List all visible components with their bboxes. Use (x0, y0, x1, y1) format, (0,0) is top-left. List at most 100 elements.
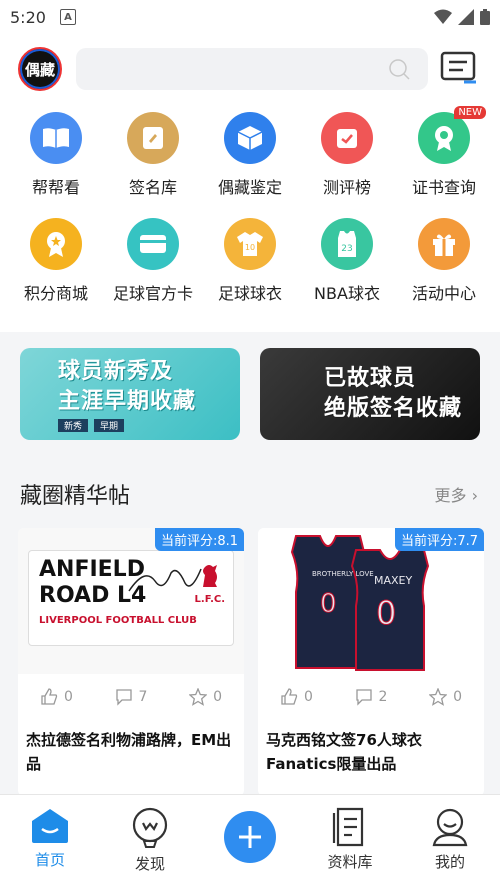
status-time: 5:20 (10, 7, 46, 27)
grid-label: 偶藏鉴定 (217, 178, 282, 197)
nba-jersey-icon: 23 (321, 218, 373, 270)
tab-library[interactable]: 资料库 (305, 807, 395, 872)
fav-stat[interactable]: 0 (189, 688, 222, 706)
check-calendar-icon (321, 112, 373, 164)
banner-line: 已故球员 (324, 366, 417, 391)
star-icon (189, 688, 208, 706)
grid-item-football-card[interactable]: 足球官方卡 (103, 218, 203, 304)
banner-deceased[interactable]: 已故球员 绝版签名收藏 (260, 348, 480, 440)
comment-stat[interactable]: 7 (115, 688, 148, 706)
post-card[interactable]: ANFIELD ROAD L4 LIVERPOOL FOOTBALL CLUB … (18, 528, 244, 796)
add-post-button[interactable] (224, 811, 276, 863)
banner-rookie[interactable]: 球员新秀及 主涯早期收藏 新秀 早期 (20, 348, 240, 440)
grid-item-ranking[interactable]: 测评榜 (297, 112, 397, 198)
more-label: 更多 (434, 486, 467, 505)
section-title: 藏圈精华帖 (20, 484, 131, 509)
thumbs-up-icon (41, 688, 58, 705)
svg-text:10: 10 (245, 243, 255, 252)
grid-label: 证书查询 (411, 178, 476, 197)
banner-line: 球员新秀及 (58, 358, 174, 384)
post-stats: 0 7 0 (18, 688, 244, 706)
like-count: 0 (64, 689, 73, 705)
jersey-number-back: 0 (320, 589, 337, 619)
search-icon[interactable] (388, 58, 410, 80)
post-card[interactable]: MAXEY 0 BROTHERLY LOVE 0 当前评分:7.7 0 2 0 … (258, 528, 484, 796)
comment-stat[interactable]: 2 (355, 688, 388, 706)
cube-icon (224, 112, 276, 164)
grid-label: 帮帮看 (31, 178, 80, 197)
sign-line: LIVERPOOL FOOTBALL CLUB (39, 615, 197, 626)
tab-home[interactable]: 首页 (5, 807, 95, 870)
new-badge: NEW (454, 106, 486, 119)
gift-icon (418, 218, 470, 270)
grid-item-football-jersey[interactable]: 10 足球球衣 (200, 218, 300, 304)
signature-scribble (128, 568, 202, 592)
banner-line: 主涯早期收藏 (58, 388, 197, 414)
signature-icon (127, 112, 179, 164)
post-title: 马克西铭文签76人球衣Fanatics限量出品 (266, 731, 422, 773)
grid-label: 活动中心 (411, 284, 476, 303)
like-stat[interactable]: 0 (40, 688, 73, 706)
grid-item-points-mall[interactable]: 积分商城 (6, 218, 106, 304)
street-sign: ANFIELD ROAD L4 LIVERPOOL FOOTBALL CLUB … (28, 550, 234, 646)
like-count: 0 (304, 689, 313, 705)
tab-label: 发现 (134, 855, 165, 873)
tab-profile[interactable]: 我的 (405, 807, 495, 872)
more-link[interactable]: 更多 › (434, 482, 478, 506)
wifi-icon (434, 9, 452, 24)
status-icons (434, 9, 490, 25)
top-bar: 偶藏 (0, 34, 500, 104)
notification-icon: A (59, 9, 76, 25)
signal-icon (458, 9, 474, 25)
grid-label: 足球官方卡 (112, 284, 193, 303)
discover-icon (132, 807, 168, 848)
profile-icon (432, 808, 468, 847)
comment-icon (115, 689, 132, 706)
app-logo[interactable]: 偶藏 (18, 47, 62, 91)
banner-tag: 早期 (94, 418, 125, 432)
search-bar[interactable] (76, 48, 428, 90)
jersey-team: BROTHERLY LOVE (312, 570, 374, 578)
grid-item-bangbangkan[interactable]: 帮帮看 (6, 112, 106, 198)
score-badge: 当前评分:8.1 (154, 528, 244, 551)
book-icon (30, 112, 82, 164)
comment-icon (355, 689, 372, 706)
grid-item-activity-center[interactable]: 活动中心 (394, 218, 494, 304)
grid-label: 签名库 (128, 178, 177, 197)
library-icon (332, 807, 364, 847)
banner-row: 球员新秀及 主涯早期收藏 新秀 早期 已故球员 绝版签名收藏 (0, 332, 500, 456)
grid-item-appraisal[interactable]: 偶藏鉴定 (200, 112, 300, 198)
fav-stat[interactable]: 0 (429, 688, 462, 706)
grid-item-nba-jersey[interactable]: 23 NBA球衣 (297, 218, 397, 304)
score-badge: 当前评分:7.7 (394, 528, 484, 551)
jersey-name: MAXEY (374, 574, 413, 587)
grid-label: NBA球衣 (314, 284, 380, 303)
grid-item-signature-lib[interactable]: 签名库 (103, 112, 203, 198)
post-image: ANFIELD ROAD L4 LIVERPOOL FOOTBALL CLUB … (18, 528, 244, 674)
section-header: 藏圈精华帖 更多 › (0, 456, 500, 528)
comment-count: 7 (138, 689, 148, 705)
grid-item-certificate[interactable]: NEW 证书查询 (394, 106, 494, 198)
fav-count: 0 (213, 689, 222, 705)
status-bar: 5:20 A (0, 0, 500, 34)
thumbs-up-icon (281, 688, 298, 705)
message-icon[interactable] (440, 51, 478, 87)
grid-label: 足球球衣 (217, 284, 282, 303)
comment-count: 2 (378, 689, 388, 705)
tab-label: 我的 (434, 853, 465, 871)
fav-count: 0 (453, 689, 462, 705)
tab-label: 资料库 (327, 853, 373, 871)
jersey-image: MAXEY 0 BROTHERLY LOVE 0 (290, 535, 430, 671)
like-stat[interactable]: 0 (280, 688, 313, 706)
star-icon (429, 688, 448, 706)
grid-label: 测评榜 (322, 178, 371, 197)
post-stats: 0 2 0 (258, 688, 484, 706)
banner-line: 绝版签名收藏 (324, 396, 463, 421)
tab-discover[interactable]: 发现 (105, 807, 195, 874)
jersey-number: 0 (376, 594, 396, 632)
jersey-icon: 10 (224, 218, 276, 270)
tab-label: 首页 (34, 851, 65, 869)
chevron-right-icon: › (471, 486, 478, 505)
plus-icon (239, 826, 261, 848)
grid-label: 积分商城 (23, 284, 88, 303)
